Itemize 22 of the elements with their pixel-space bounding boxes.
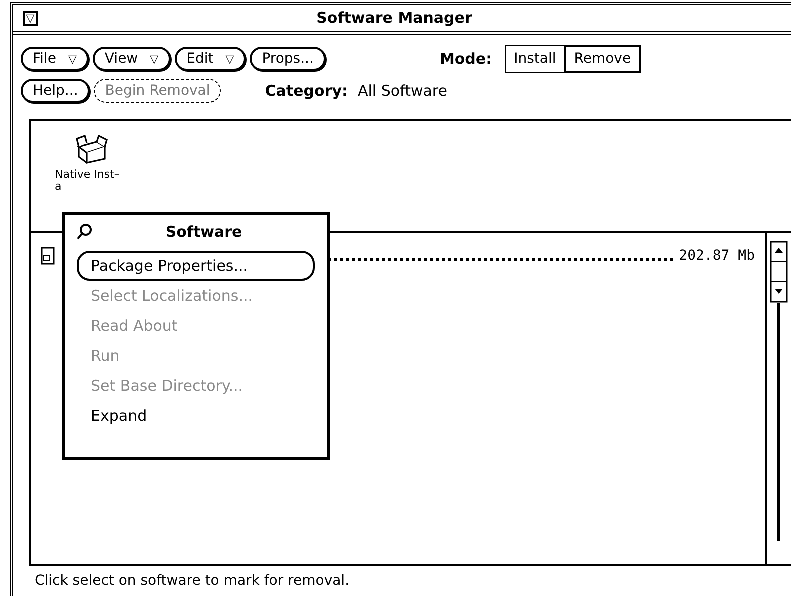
button[interactable]: Help...	[21, 79, 90, 103]
category-label: Category:	[265, 82, 348, 100]
size-text: 202.87 Mb	[679, 248, 755, 264]
status-text: Click select on software to mark for removal.	[35, 573, 350, 589]
menu-item[interactable]: Package Properties...	[77, 251, 315, 281]
window-menu-button[interactable]: ▽	[23, 10, 38, 26]
menu-button[interactable]: View ▽	[92, 47, 171, 71]
category-value: All Software	[358, 82, 448, 100]
mode-label: Mode:	[440, 50, 492, 68]
package-icon	[41, 247, 55, 265]
mode-option[interactable]: Install	[505, 45, 566, 73]
menu-item[interactable]: Expand	[77, 401, 162, 431]
box-icon	[75, 135, 109, 165]
menu-button[interactable]: Edit ▽	[174, 47, 246, 71]
icon-label: Native Inst–	[55, 169, 120, 181]
icon-label: a	[55, 181, 62, 193]
menu-button[interactable]: File ▽	[21, 47, 89, 71]
scrollbar-icon[interactable]	[770, 241, 788, 541]
menu-title: Software	[164, 223, 244, 241]
mode-option[interactable]: Remove	[564, 45, 642, 73]
window-title: Software Manager	[316, 9, 474, 27]
button[interactable]: Props...	[250, 47, 326, 71]
